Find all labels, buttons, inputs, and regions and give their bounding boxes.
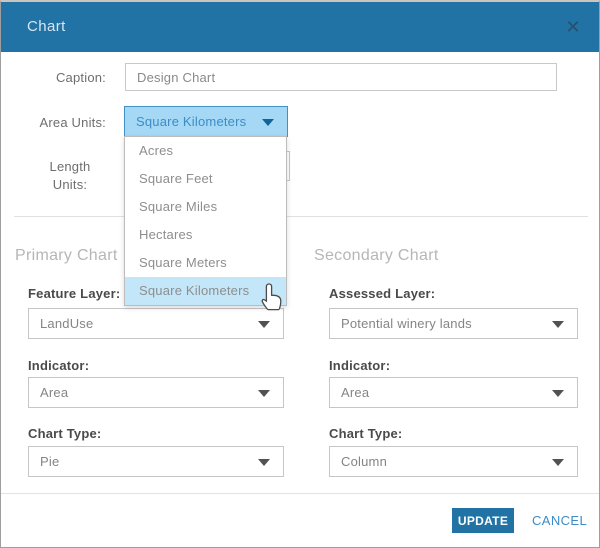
chevron-down-icon [258,390,270,397]
secondary-indicator-dropdown[interactable]: Area [329,377,578,408]
primary-indicator-value: Area [40,385,68,400]
cancel-button[interactable]: CANCEL [532,508,587,533]
menu-item-hectares[interactable]: Hectares [125,221,286,249]
caption-input[interactable] [125,63,557,91]
dialog-header: Chart ✕ [1,2,599,52]
area-units-value: Square Kilometers [136,114,246,129]
secondary-chart-type-label: Chart Type: [329,426,402,441]
area-units-dropdown[interactable]: Square Kilometers [124,106,288,137]
chevron-down-icon [552,459,564,466]
menu-item-acres[interactable]: Acres [125,137,286,165]
assessed-layer-label: Assessed Layer: [329,286,435,301]
chevron-down-icon [258,459,270,466]
primary-indicator-label: Indicator: [28,358,89,373]
primary-chart-type-dropdown[interactable]: Pie [28,446,284,477]
secondary-indicator-value: Area [341,385,369,400]
secondary-chart-heading: Secondary Chart [314,247,439,265]
pointer-cursor-icon [259,281,285,313]
menu-item-square-feet[interactable]: Square Feet [125,165,286,193]
secondary-chart-type-dropdown[interactable]: Column [329,446,578,477]
primary-chart-type-label: Chart Type: [28,426,101,441]
chevron-down-icon [258,321,270,328]
chevron-down-icon [552,390,564,397]
area-units-label: Area Units: [1,115,106,130]
update-button[interactable]: UPDATE [452,508,514,533]
menu-item-square-miles[interactable]: Square Miles [125,193,286,221]
primary-chart-heading: Primary Chart [15,247,118,265]
secondary-indicator-label: Indicator: [329,358,390,373]
chevron-down-icon [552,321,564,328]
feature-layer-label: Feature Layer: [28,286,120,301]
primary-chart-type-value: Pie [40,454,59,469]
assessed-layer-dropdown[interactable]: Potential winery lands [329,308,578,339]
menu-item-square-meters[interactable]: Square Meters [125,249,286,277]
chevron-down-icon [262,119,274,126]
feature-layer-dropdown[interactable]: LandUse [28,308,284,339]
primary-indicator-dropdown[interactable]: Area [28,377,284,408]
chart-dialog: Chart ✕ Caption: Area Units: Square Kilo… [0,0,600,548]
footer-divider [1,493,599,494]
secondary-chart-type-value: Column [341,454,387,469]
feature-layer-value: LandUse [40,316,93,331]
dialog-title: Chart [27,2,66,52]
length-units-label: Length Units: [31,158,109,194]
section-divider [14,216,588,217]
close-icon[interactable]: ✕ [561,15,585,39]
caption-label: Caption: [1,70,106,85]
assessed-layer-value: Potential winery lands [341,316,472,331]
